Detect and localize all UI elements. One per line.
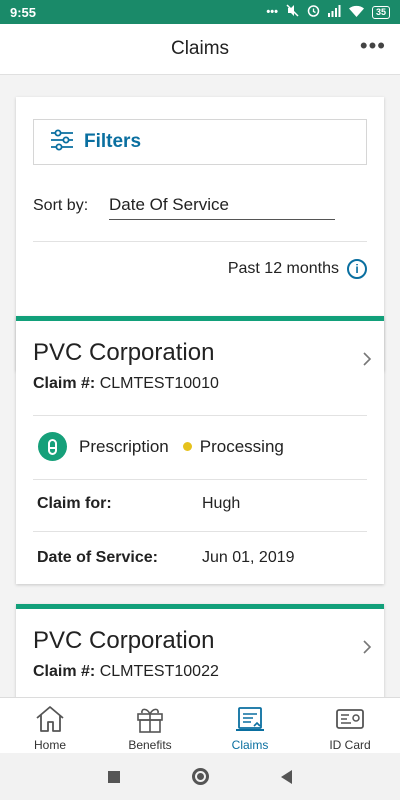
home-button[interactable] (192, 768, 209, 785)
divider (33, 415, 367, 416)
claim-type-row: Prescription Processing (38, 432, 284, 461)
claim-number-label: Claim #: (33, 375, 96, 392)
claim-card[interactable]: PVC Corporation Claim #: CLMTEST10022 (16, 604, 384, 697)
date-of-service-value: Jun 01, 2019 (202, 549, 295, 566)
home-icon (36, 706, 64, 732)
back-button[interactable] (281, 769, 292, 784)
mute-icon (286, 4, 299, 20)
nav-label: Benefits (128, 738, 172, 752)
claim-number-row: Claim #: CLMTEST10010 (33, 375, 219, 393)
period-label: Past 12 months (227, 260, 339, 277)
claim-card[interactable]: PVC Corporation Claim #: CLMTEST10010 Pr… (16, 316, 384, 584)
filters-button[interactable]: Filters (33, 119, 367, 165)
sort-label: Sort by: (33, 197, 89, 214)
period-selector[interactable]: Past 12 months i (228, 259, 367, 279)
nav-label: ID Card (329, 738, 371, 752)
app-header: Claims ••• (0, 24, 400, 75)
filters-label: Filters (84, 131, 142, 152)
notification-dots-icon: ••• (266, 6, 278, 18)
date-of-service-row: Date of Service: Jun 01, 2019 (37, 549, 367, 567)
chevron-right-icon (362, 639, 372, 660)
divider (33, 479, 367, 480)
claim-number-label: Claim #: (33, 663, 96, 680)
more-options-icon[interactable]: ••• (360, 35, 386, 57)
claims-icon (236, 707, 264, 731)
nav-item-id-card[interactable]: ID Card (300, 698, 400, 753)
prescription-pill-icon (38, 432, 67, 461)
nav-item-benefits[interactable]: Benefits (100, 698, 200, 753)
claim-for-value: Hugh (202, 495, 241, 512)
chevron-right-icon (362, 351, 372, 372)
nav-item-home[interactable]: Home (0, 698, 100, 753)
claims-list[interactable]: Filters Sort by: Date Of Service Past 12… (0, 75, 400, 697)
sort-row: Sort by: Date Of Service (33, 191, 367, 221)
nav-label: Claims (231, 738, 269, 752)
status-dot-icon (182, 442, 192, 451)
claim-company: PVC Corporation (33, 339, 215, 366)
status-time: 9:55 (10, 4, 37, 20)
divider (33, 241, 367, 242)
system-nav-bar (0, 753, 400, 800)
claim-number: CLMTEST10010 (99, 375, 219, 392)
filter-sliders-icon (50, 129, 74, 156)
date-of-service-label: Date of Service: (37, 549, 158, 566)
status-bar: 9:55 ••• 35 (0, 0, 400, 24)
claim-type: Prescription (79, 436, 169, 456)
claim-status: Processing (199, 436, 284, 456)
claim-for-label: Claim for: (37, 495, 112, 512)
wifi-icon (348, 5, 364, 20)
divider (33, 531, 367, 532)
sort-select[interactable]: Date Of Service (109, 193, 335, 220)
claim-number: CLMTEST10022 (99, 663, 219, 680)
bottom-nav: Home Benefits Claims ID Card (0, 697, 400, 753)
battery-icon: 35 (371, 5, 390, 19)
alarm-icon (307, 4, 320, 20)
recents-button[interactable] (108, 770, 120, 783)
claim-for-row: Claim for: Hugh (37, 495, 367, 513)
claim-company: PVC Corporation (33, 627, 215, 654)
claim-number-row: Claim #: CLMTEST10022 (33, 663, 219, 681)
gift-icon (137, 708, 163, 733)
signal-icon (327, 4, 341, 20)
id-card-icon (336, 709, 364, 729)
status-icons: ••• 35 (266, 4, 390, 20)
info-icon[interactable]: i (347, 259, 367, 279)
nav-label: Home (33, 738, 66, 752)
page-title: Claims (170, 38, 230, 59)
nav-item-claims[interactable]: Claims (200, 698, 300, 753)
